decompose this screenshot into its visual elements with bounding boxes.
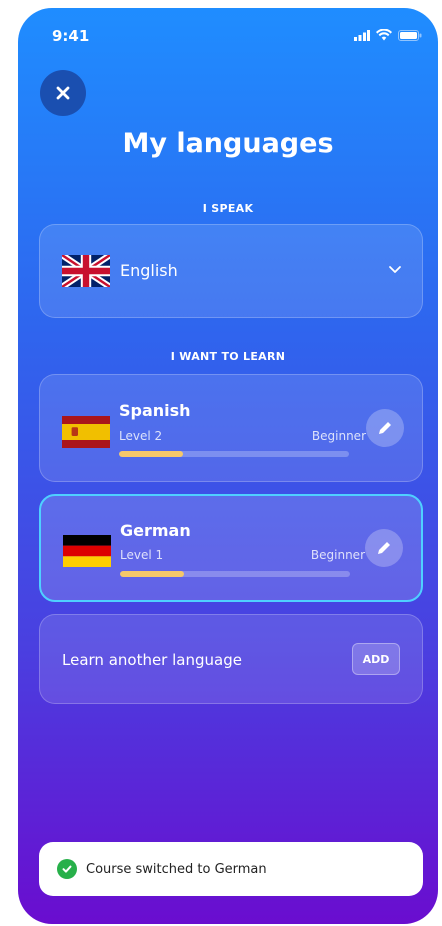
- course-progress-fill: [120, 571, 185, 577]
- success-check-icon: [57, 859, 77, 879]
- status-bar: 9:41: [52, 26, 422, 48]
- toast-notification: Course switched to German: [39, 842, 423, 896]
- course-progress-bar: [120, 571, 350, 577]
- course-level: Level 1: [120, 548, 164, 562]
- course-progress-fill: [119, 451, 184, 457]
- edit-course-button[interactable]: [366, 409, 404, 447]
- battery-icon: [398, 29, 422, 41]
- spain-flag-icon: [62, 416, 110, 448]
- i-speak-label: I SPEAK: [202, 202, 254, 215]
- phone-screen: 9:41 My languages I SPEAK English I WANT…: [18, 8, 438, 924]
- uk-flag-icon: [62, 255, 110, 287]
- native-language-selector[interactable]: English: [39, 224, 423, 318]
- close-button[interactable]: [40, 70, 86, 116]
- course-card-spanish[interactable]: Spanish Level 2 Beginner: [39, 374, 423, 482]
- pencil-icon: [379, 422, 391, 434]
- status-icons: [354, 29, 422, 41]
- course-level: Level 2: [119, 429, 163, 443]
- wifi-icon: [376, 29, 392, 41]
- add-language-button[interactable]: ADD: [352, 643, 400, 675]
- course-proficiency: Beginner: [310, 548, 365, 562]
- course-progress-bar: [119, 451, 349, 457]
- edit-course-button[interactable]: [365, 529, 403, 567]
- chevron-down-icon: [389, 266, 401, 273]
- course-card-german[interactable]: German Level 1 Beginner: [39, 494, 423, 602]
- toast-message: Course switched to German: [86, 861, 267, 877]
- close-icon: [56, 86, 70, 100]
- course-name: Spanish: [119, 401, 191, 420]
- add-language-label: Learn another language: [62, 651, 242, 669]
- cellular-signal-icon: [354, 29, 370, 41]
- i-want-to-learn-label: I WANT TO LEARN: [170, 350, 286, 363]
- pencil-icon: [378, 542, 390, 554]
- status-time: 9:41: [52, 27, 90, 45]
- native-language-name: English: [120, 261, 178, 280]
- course-proficiency: Beginner: [311, 429, 366, 443]
- page-title: My languages: [122, 128, 334, 159]
- add-language-card[interactable]: Learn another language ADD: [39, 614, 423, 704]
- germany-flag-icon: [63, 535, 111, 567]
- course-name: German: [120, 521, 191, 540]
